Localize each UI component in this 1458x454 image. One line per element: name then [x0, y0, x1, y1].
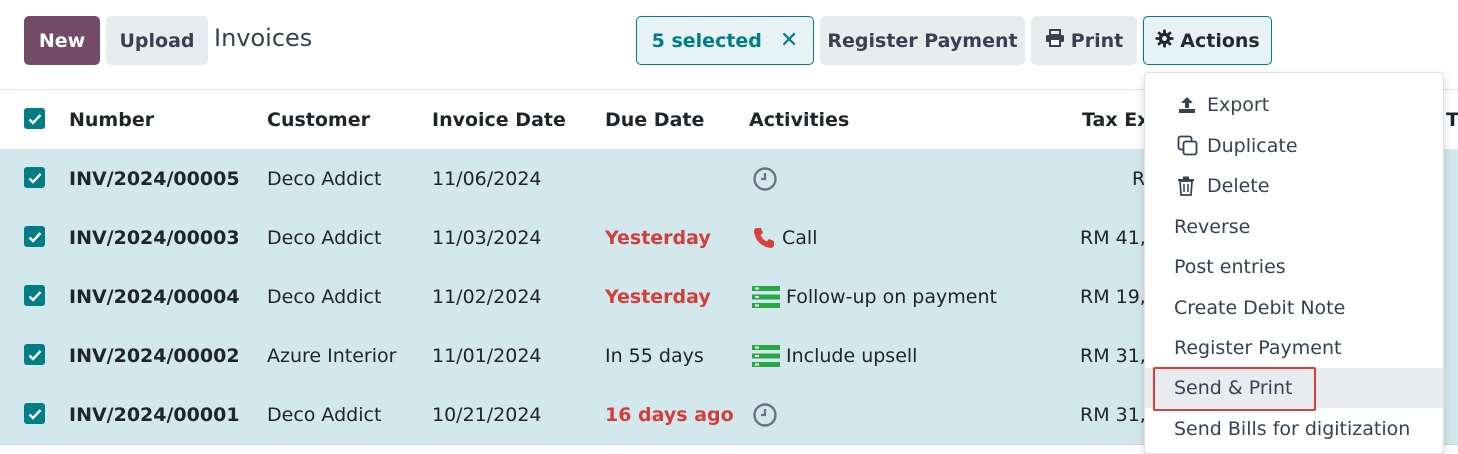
- activity-cell[interactable]: [752, 385, 784, 444]
- tax-excluded-amount: RM 41,: [1080, 226, 1146, 249]
- customer-name: Deco Addict: [267, 285, 382, 308]
- menu-item-duplicate[interactable]: Duplicate: [1145, 126, 1443, 166]
- activity-cell[interactable]: Call: [752, 208, 817, 267]
- copy-icon: [1177, 135, 1199, 157]
- tax-excluded-amount: RM 31,: [1080, 403, 1146, 426]
- menu-item-create-debit-note[interactable]: Create Debit Note: [1145, 288, 1443, 328]
- menu-item-reverse[interactable]: Reverse: [1145, 207, 1443, 247]
- upload-button[interactable]: Upload: [106, 16, 208, 65]
- activity-cell[interactable]: Follow-up on payment: [752, 267, 997, 326]
- new-button[interactable]: New: [24, 16, 100, 65]
- invoice-date: 10/21/2024: [432, 403, 542, 426]
- trash-icon: [1177, 176, 1195, 196]
- customer-name: Deco Addict: [267, 403, 382, 426]
- invoice-number: INV/2024/00002: [69, 344, 240, 367]
- todo-list-icon[interactable]: [752, 285, 780, 309]
- actions-button[interactable]: Actions: [1143, 16, 1272, 65]
- row-checkbox[interactable]: [24, 285, 45, 306]
- invoice-date: 11/02/2024: [432, 285, 542, 308]
- column-header-total[interactable]: T: [1446, 90, 1458, 149]
- row-checkbox[interactable]: [24, 403, 45, 424]
- invoice-date: 11/03/2024: [432, 226, 542, 249]
- row-checkbox[interactable]: [24, 226, 45, 247]
- print-label: Print: [1070, 29, 1124, 52]
- column-header-tax-excluded[interactable]: Tax Ex: [1082, 90, 1149, 149]
- select-all-checkbox[interactable]: [24, 108, 45, 129]
- activity-cell[interactable]: [752, 149, 784, 208]
- selection-badge: 5 selected ✕: [636, 16, 814, 65]
- actions-dropdown-menu: Export Duplicate Delete Reverse Post ent…: [1144, 72, 1444, 454]
- todo-list-icon[interactable]: [752, 344, 780, 368]
- highlight-outline: [1153, 367, 1316, 411]
- invoice-number: INV/2024/00003: [69, 226, 240, 249]
- due-date: Yesterday: [605, 285, 711, 308]
- tax-excluded-amount: RM 31,: [1080, 344, 1146, 367]
- activity-cell[interactable]: Include upsell: [752, 326, 917, 385]
- selected-count-label: 5 selected: [651, 29, 762, 52]
- column-header-number[interactable]: Number: [69, 90, 154, 149]
- column-header-customer[interactable]: Customer: [267, 90, 370, 149]
- upload-icon: [1177, 95, 1197, 115]
- column-header-due-date[interactable]: Due Date: [605, 90, 704, 149]
- column-header-invoice-date[interactable]: Invoice Date: [432, 90, 566, 149]
- due-date: In 55 days: [605, 344, 704, 367]
- activity-label: Follow-up on payment: [786, 285, 997, 308]
- menu-item-export[interactable]: Export: [1145, 85, 1443, 125]
- clock-icon[interactable]: [752, 166, 778, 192]
- page-title: Invoices: [214, 24, 313, 52]
- menu-item-label: Duplicate: [1207, 135, 1298, 157]
- menu-item-label: Register Payment: [1174, 337, 1342, 359]
- row-checkbox[interactable]: [24, 167, 45, 188]
- invoice-number: INV/2024/00004: [69, 285, 240, 308]
- menu-item-label: Post entries: [1174, 256, 1286, 278]
- menu-item-send-bills-for-digitization[interactable]: Send Bills for digitization: [1145, 409, 1443, 449]
- clear-selection-icon[interactable]: ✕: [780, 28, 798, 53]
- customer-name: Deco Addict: [267, 167, 382, 190]
- menu-item-label: Export: [1207, 94, 1270, 116]
- printer-icon: [1045, 29, 1071, 52]
- column-header-activities[interactable]: Activities: [749, 90, 849, 149]
- menu-item-label: Create Debit Note: [1174, 297, 1346, 319]
- tax-excluded-amount: RM 19,: [1080, 285, 1146, 308]
- print-button[interactable]: Print: [1031, 16, 1137, 65]
- invoice-number: INV/2024/00001: [69, 403, 240, 426]
- menu-item-send-and-print[interactable]: Send & Print: [1145, 367, 1443, 411]
- menu-item-register-payment[interactable]: Register Payment: [1145, 328, 1443, 368]
- gear-icon: [1155, 28, 1180, 53]
- clock-icon[interactable]: [752, 402, 778, 428]
- invoice-number: INV/2024/00005: [69, 167, 240, 190]
- menu-item-label: Reverse: [1174, 216, 1251, 238]
- menu-item-label: Delete: [1207, 175, 1270, 197]
- activity-label: Include upsell: [786, 344, 918, 367]
- row-checkbox[interactable]: [24, 344, 45, 365]
- invoice-date: 11/06/2024: [432, 167, 542, 190]
- menu-item-post-entries[interactable]: Post entries: [1145, 247, 1443, 287]
- actions-label: Actions: [1180, 29, 1260, 52]
- register-payment-button[interactable]: Register Payment: [820, 16, 1025, 65]
- customer-name: Azure Interior: [267, 344, 397, 367]
- invoice-date: 11/01/2024: [432, 344, 542, 367]
- activity-label: Call: [782, 226, 818, 249]
- customer-name: Deco Addict: [267, 226, 382, 249]
- menu-item-label: Send Bills for digitization: [1174, 418, 1411, 440]
- phone-icon[interactable]: [752, 226, 776, 250]
- due-date: Yesterday: [605, 226, 711, 249]
- due-date: 16 days ago: [605, 403, 734, 426]
- menu-item-delete[interactable]: Delete: [1145, 166, 1443, 206]
